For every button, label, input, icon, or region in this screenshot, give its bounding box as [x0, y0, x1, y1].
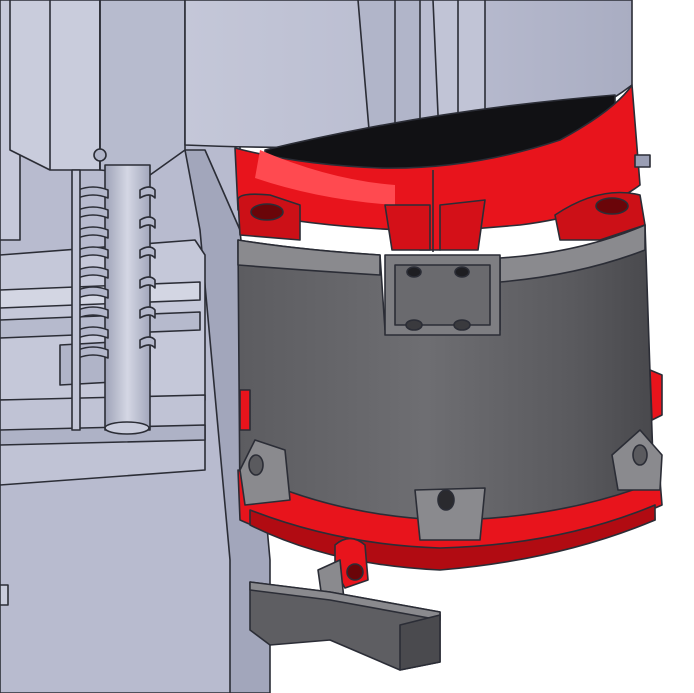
cad-viewport[interactable] [0, 0, 694, 693]
clamp-block-left [384, 204, 431, 251]
column-face-right [99, 0, 186, 176]
cad-model-icon [0, 0, 663, 693]
column-face [9, 0, 101, 171]
lead-screw-shaft [104, 164, 151, 431]
clamp-block-right [439, 199, 486, 251]
